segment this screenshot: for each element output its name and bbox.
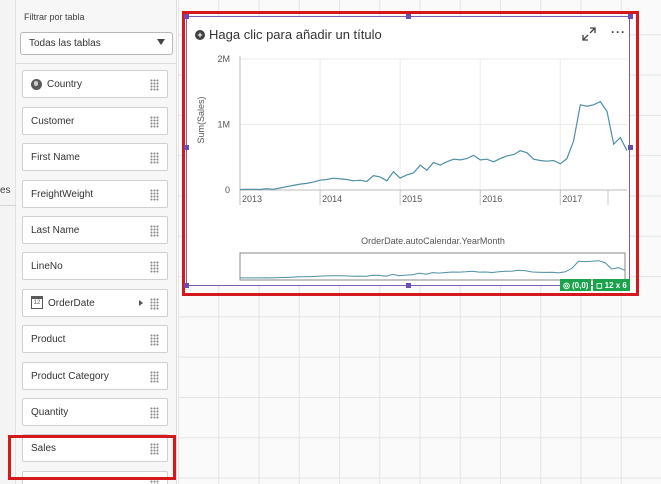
drag-handle-icon[interactable] — [150, 371, 159, 383]
resize-handle[interactable] — [184, 283, 189, 288]
table-filter-value: Todas las tablas — [29, 38, 101, 49]
size-tag: ◻ 12 x 6 — [593, 279, 630, 291]
drag-handle-icon[interactable] — [150, 79, 159, 91]
chart-object-highlight — [182, 11, 639, 296]
app-root: es Filtrar por tabla Todas las tablas Co… — [0, 0, 661, 484]
cut-off-text: es — [0, 185, 11, 196]
size-value: 12 x 6 — [604, 280, 627, 290]
chart-title-placeholder[interactable]: Haga clic para añadir un título — [209, 27, 382, 42]
divider — [0, 205, 16, 206]
resize-icon: ◻ — [596, 280, 603, 290]
chart-title[interactable]: + Haga clic para añadir un título — [195, 27, 382, 42]
drag-handle-icon[interactable] — [150, 189, 159, 201]
more-options-icon[interactable]: ··· — [611, 26, 625, 41]
left-edge-strip: es — [0, 0, 16, 484]
plus-circle-icon: + — [195, 29, 205, 40]
field-label: Customer — [31, 115, 75, 127]
field-product-category[interactable]: Product Category — [22, 362, 168, 390]
target-icon: ◎ — [563, 280, 570, 290]
drag-handle-icon[interactable] — [150, 152, 159, 164]
resize-handle[interactable] — [406, 283, 411, 288]
field-label: First Name — [31, 151, 80, 163]
sales-field-highlight — [8, 435, 176, 480]
drag-handle-icon[interactable] — [150, 407, 159, 419]
filter-label: Filtrar por tabla — [24, 12, 85, 22]
field-label: LineNo — [31, 260, 63, 272]
table-filter-dropdown[interactable]: Todas las tablas — [20, 32, 173, 55]
field-lineno[interactable]: LineNo — [22, 252, 168, 280]
drag-handle-icon[interactable] — [150, 298, 159, 310]
divider — [16, 63, 177, 64]
field-label: Last Name — [31, 224, 80, 236]
field-country[interactable]: Country — [22, 70, 168, 98]
field-label: Quantity — [31, 406, 69, 418]
resize-handle[interactable] — [628, 14, 633, 19]
field-label: FreightWeight — [31, 188, 94, 200]
calendar-icon: 12 — [31, 295, 43, 309]
field-freightweight[interactable]: FreightWeight — [22, 180, 168, 208]
field-label: Country — [47, 78, 83, 90]
field-product[interactable]: Product — [22, 325, 168, 353]
resize-handle[interactable] — [628, 145, 633, 150]
field-first-name[interactable]: First Name — [22, 143, 168, 171]
position-value: (0,0) — [571, 280, 589, 290]
drag-handle-icon[interactable] — [150, 116, 159, 128]
field-quantity[interactable]: Quantity — [22, 398, 168, 426]
field-label: Product — [31, 333, 66, 345]
drag-handle-icon[interactable] — [150, 480, 159, 484]
field-label: OrderDate — [48, 297, 95, 309]
drag-handle-icon[interactable] — [150, 334, 159, 346]
field-orderdate[interactable]: 12 OrderDate — [22, 289, 168, 317]
globe-icon — [31, 78, 42, 90]
fields-panel: Filtrar por tabla Todas las tablas Count… — [16, 0, 177, 484]
fullscreen-icon[interactable] — [582, 27, 596, 41]
resize-handle[interactable] — [184, 14, 189, 19]
resize-handle[interactable] — [406, 14, 411, 19]
drag-handle-icon[interactable] — [150, 261, 159, 273]
resize-handle[interactable] — [184, 145, 189, 150]
field-last-name[interactable]: Last Name — [22, 216, 168, 244]
position-tag: ◎ (0,0) — [560, 279, 592, 291]
field-label: Product Category — [31, 370, 109, 382]
drag-handle-icon[interactable] — [150, 225, 159, 237]
field-customer[interactable]: Customer — [22, 107, 168, 135]
caret-down-icon — [157, 39, 165, 45]
expand-arrow-icon[interactable] — [139, 300, 143, 306]
